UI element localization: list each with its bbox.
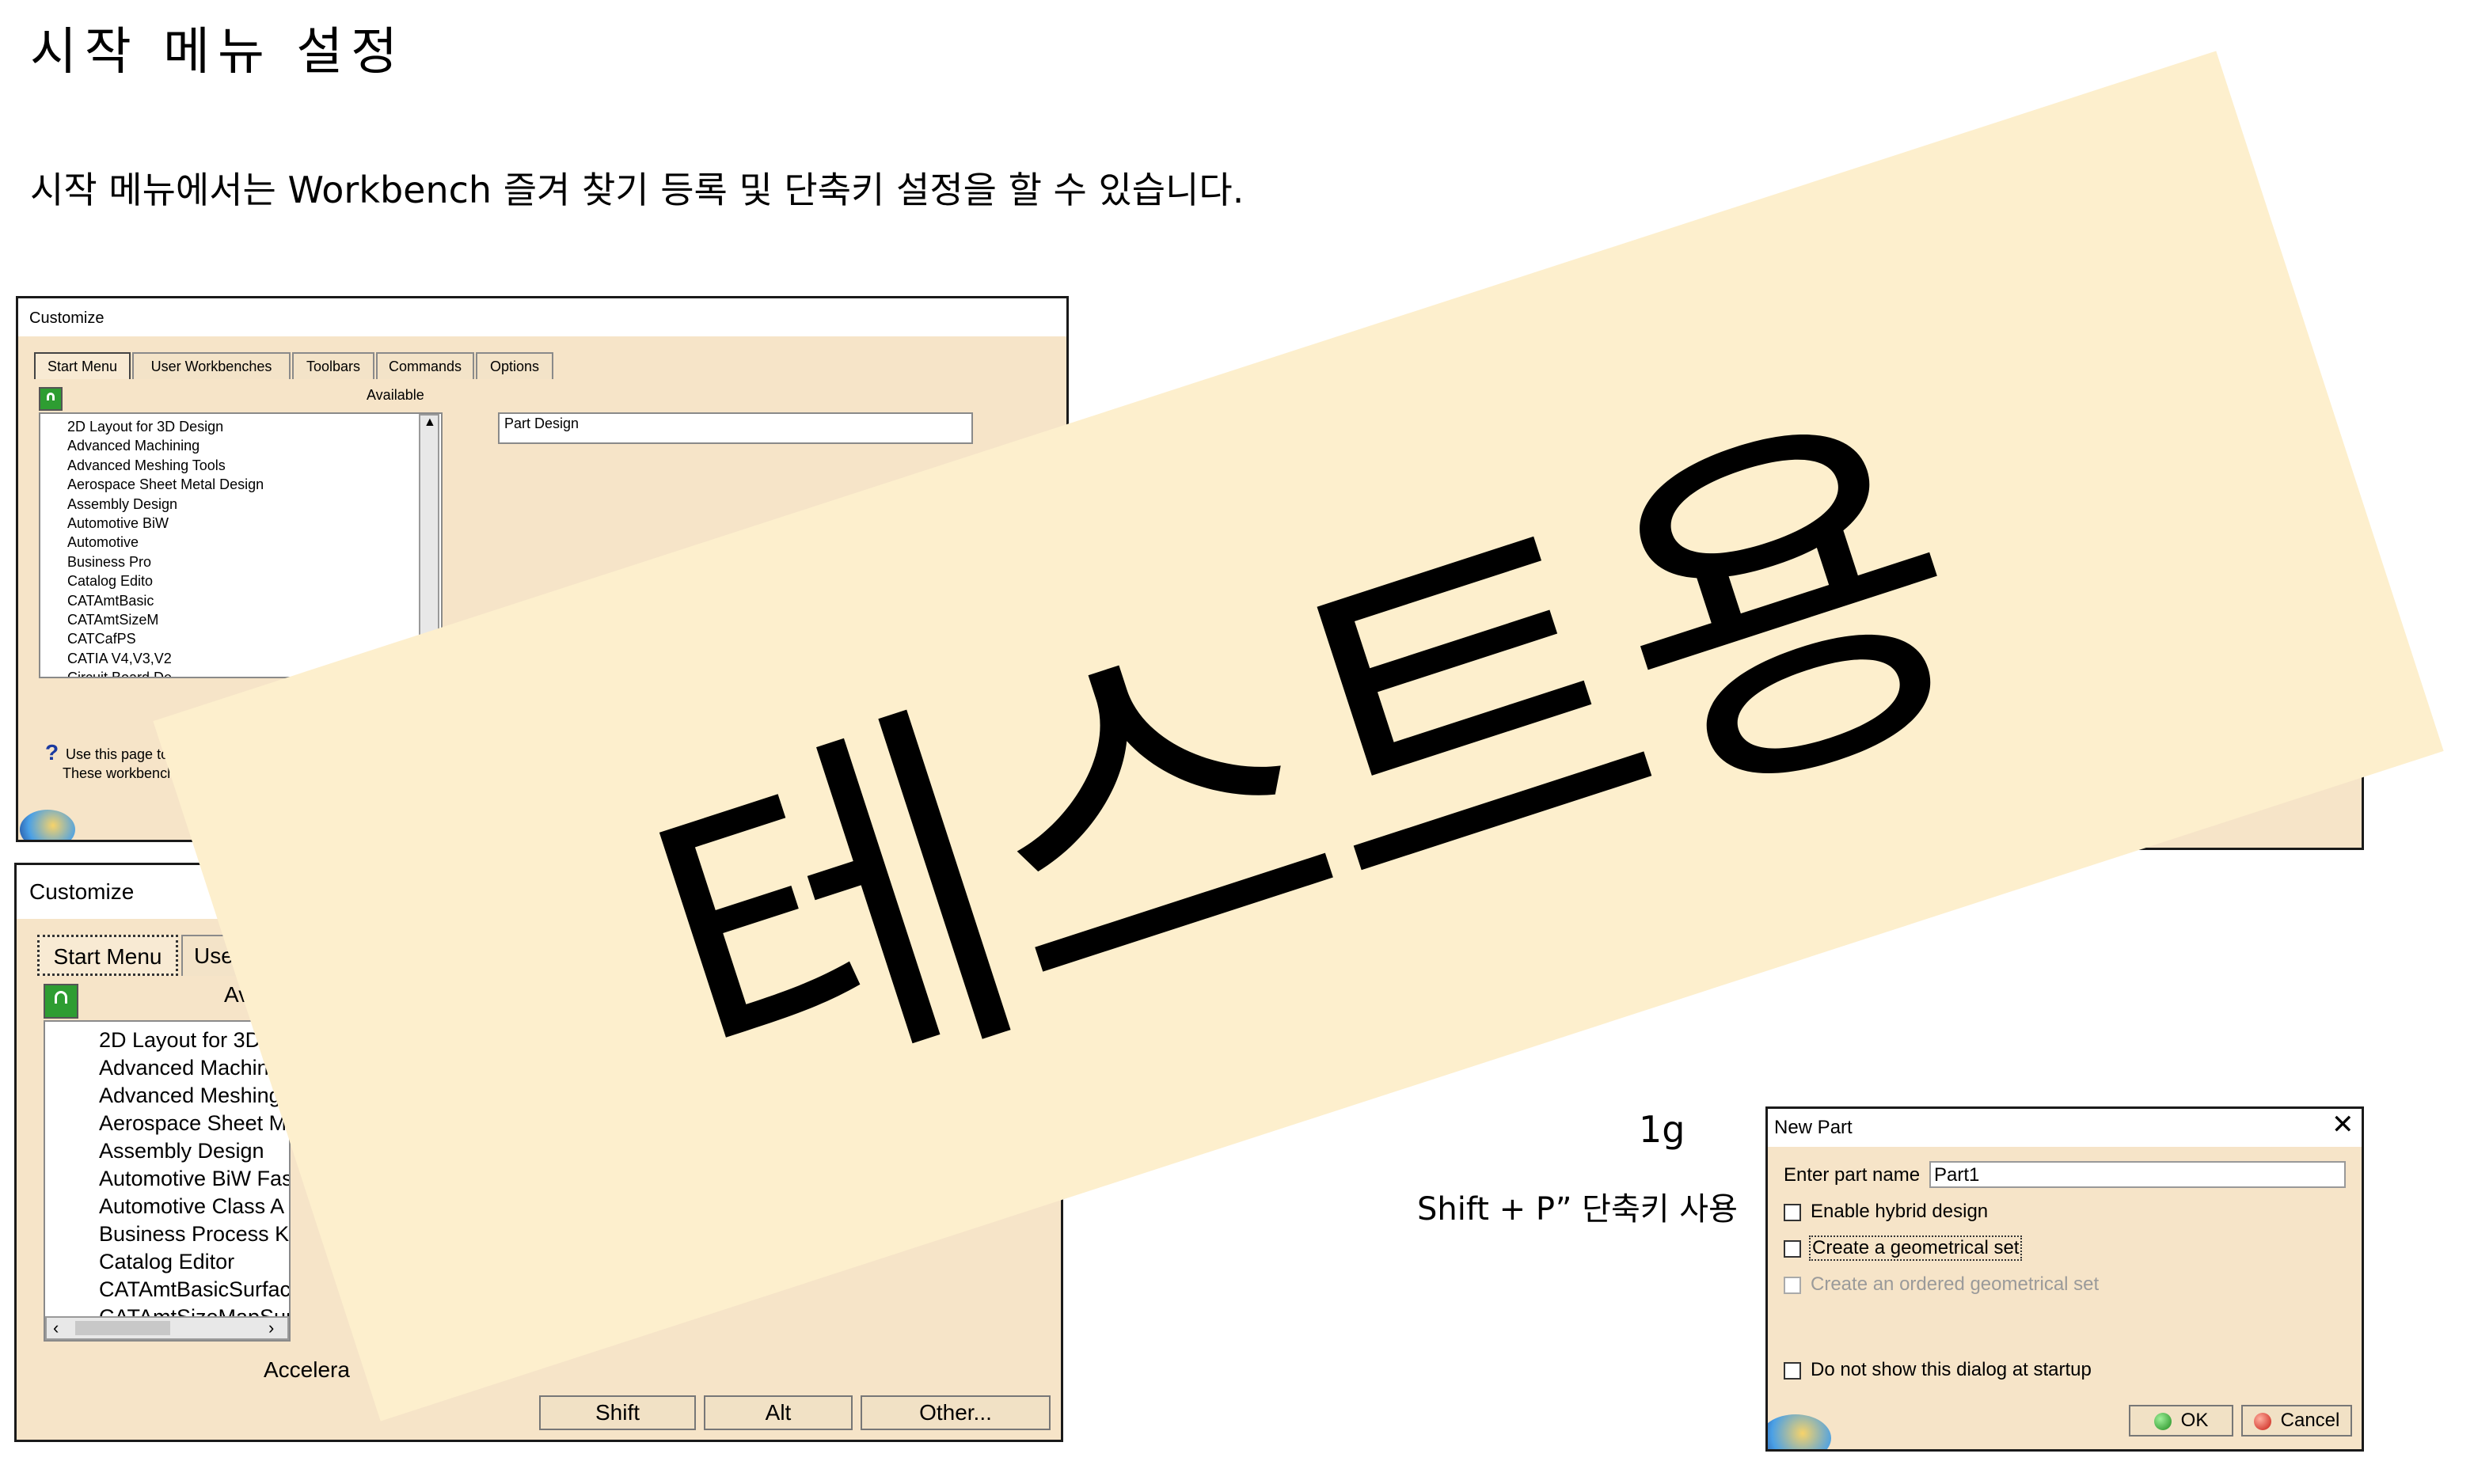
button-label: Cancel — [2280, 1410, 2340, 1431]
tab-label: Toolbars — [306, 359, 361, 374]
catia-logo — [1768, 1414, 1831, 1449]
available-label: Available — [367, 387, 424, 403]
list-item[interactable]: Catalog Editor — [99, 1248, 289, 1276]
ok-button[interactable]: OK — [2129, 1405, 2233, 1437]
dialog-title: New Part — [1774, 1117, 1853, 1138]
list-item[interactable]: Catalog Edito — [67, 571, 441, 590]
scroll-right-icon[interactable]: › — [268, 1318, 274, 1338]
list-item[interactable]: Advanced Meshing T — [99, 1082, 289, 1110]
list-item[interactable]: CATAmtBasic — [67, 591, 441, 610]
intro-paragraph: 시작 메뉴에서는 Workbench 즐겨 찾기 등록 및 단축키 설정을 할 … — [30, 169, 1245, 211]
list-item[interactable]: CATAmtSizeM — [67, 610, 441, 629]
button-label: OK — [2180, 1410, 2209, 1431]
shift-button[interactable]: Shift — [539, 1395, 696, 1430]
partial-text-1: 1g — [1639, 1108, 1685, 1151]
dialog-title: Customize — [29, 879, 135, 904]
lock-icon[interactable] — [44, 984, 78, 1019]
tab-toolbars[interactable]: Toolbars — [292, 352, 374, 379]
favorites-list[interactable]: Part Design — [498, 412, 973, 444]
list-item[interactable]: CATAmtBasicSurface — [99, 1276, 289, 1304]
scroll-thumb[interactable] — [75, 1321, 170, 1335]
list-item[interactable]: Advanced Meshing Tools — [67, 456, 441, 475]
help-icon: ? — [45, 740, 59, 765]
button-label: Alt — [765, 1400, 792, 1425]
red-dot-icon — [2253, 1412, 2271, 1430]
favorite-item[interactable]: Part Design — [504, 416, 579, 431]
alt-button[interactable]: Alt — [704, 1395, 853, 1430]
tab-label: User Workbenches — [150, 359, 272, 374]
list-item[interactable]: Automotive — [67, 533, 441, 552]
tab-label: Start Menu — [53, 944, 162, 969]
partial-text-2: Shift + P” 단축키 사용 — [1417, 1191, 1738, 1228]
green-dot-icon — [2153, 1412, 2172, 1430]
ordered-geometrical-set-checkbox[interactable] — [1784, 1277, 1801, 1294]
new-part-dialog: New Part ✕ Enter part name Part1 Enable … — [1765, 1106, 2364, 1452]
part-name-input[interactable]: Part1 — [1929, 1161, 2346, 1188]
tab-start-menu[interactable]: Start Menu — [37, 935, 178, 976]
startup-checkbox[interactable] — [1784, 1362, 1801, 1380]
available-workbench-list[interactable]: 2D Layout for 3D Design Advanced Machini… — [39, 412, 443, 678]
tab-label: Options — [489, 359, 540, 374]
input-value: Part1 — [1934, 1164, 1980, 1186]
list-item[interactable]: Business Pro — [67, 552, 441, 571]
dialog-title: Customize — [29, 309, 105, 327]
geometrical-set-label: Create a geometrical set — [1809, 1235, 2023, 1261]
dialog-title-bar: New Part ✕ — [1768, 1109, 2362, 1147]
tab-user-workbenches[interactable]: User Workbenches — [132, 352, 291, 379]
geometrical-set-checkbox[interactable] — [1784, 1240, 1801, 1258]
tab-start-menu[interactable]: Start Menu — [34, 352, 131, 379]
other-button[interactable]: Other... — [861, 1395, 1051, 1430]
accelerator-label: Accelera — [264, 1357, 350, 1382]
list-item[interactable]: 2D Layout for 3D Design — [67, 417, 441, 436]
hybrid-design-label: Enable hybrid design — [1811, 1201, 1989, 1222]
tab-label: Commands — [388, 359, 462, 374]
lock-icon[interactable] — [39, 387, 63, 411]
close-icon[interactable]: ✕ — [2331, 1109, 2354, 1141]
ordered-geometrical-set-label: Create an ordered geometrical set — [1811, 1273, 2100, 1295]
scroll-up-icon[interactable]: ▲ — [424, 416, 436, 430]
tab-label: Start Menu — [47, 359, 118, 374]
tab-options[interactable]: Options — [476, 352, 553, 379]
list-item[interactable]: Automotive BiW — [67, 514, 441, 533]
list-item[interactable]: Advanced Machinin — [99, 1054, 289, 1082]
scroll-left-icon[interactable]: ‹ — [53, 1318, 59, 1338]
dialog-title-bar: Customize — [18, 298, 1066, 336]
button-label: Other... — [919, 1400, 992, 1425]
button-label: Shift — [595, 1400, 640, 1425]
part-name-label: Enter part name — [1784, 1164, 1921, 1186]
list-item[interactable]: Assembly Design — [67, 495, 441, 514]
list-item[interactable]: Assembly Design — [99, 1137, 289, 1165]
list-item[interactable]: Aerospace Sheet Me — [99, 1110, 289, 1137]
startup-label: Do not show this dialog at startup — [1811, 1359, 2092, 1380]
horizontal-scrollbar[interactable]: ‹ › — [45, 1316, 289, 1340]
hybrid-design-checkbox[interactable] — [1784, 1204, 1801, 1221]
cancel-button[interactable]: Cancel — [2241, 1405, 2352, 1437]
list-item[interactable]: Automotive Class A — [99, 1193, 289, 1220]
list-item[interactable]: Automotive BiW Fas — [99, 1165, 289, 1193]
catia-logo — [20, 810, 75, 840]
tab-commands[interactable]: Commands — [376, 352, 474, 379]
list-item[interactable]: Business Process Kno — [99, 1220, 289, 1248]
available-workbench-list[interactable]: 2D Layout for 3D L Advanced Machinin Adv… — [44, 1020, 291, 1342]
page-title: 시작 메뉴 설정 — [30, 23, 405, 82]
list-item[interactable]: Aerospace Sheet Metal Design — [67, 475, 441, 494]
list-item[interactable]: Advanced Machining — [67, 436, 441, 455]
